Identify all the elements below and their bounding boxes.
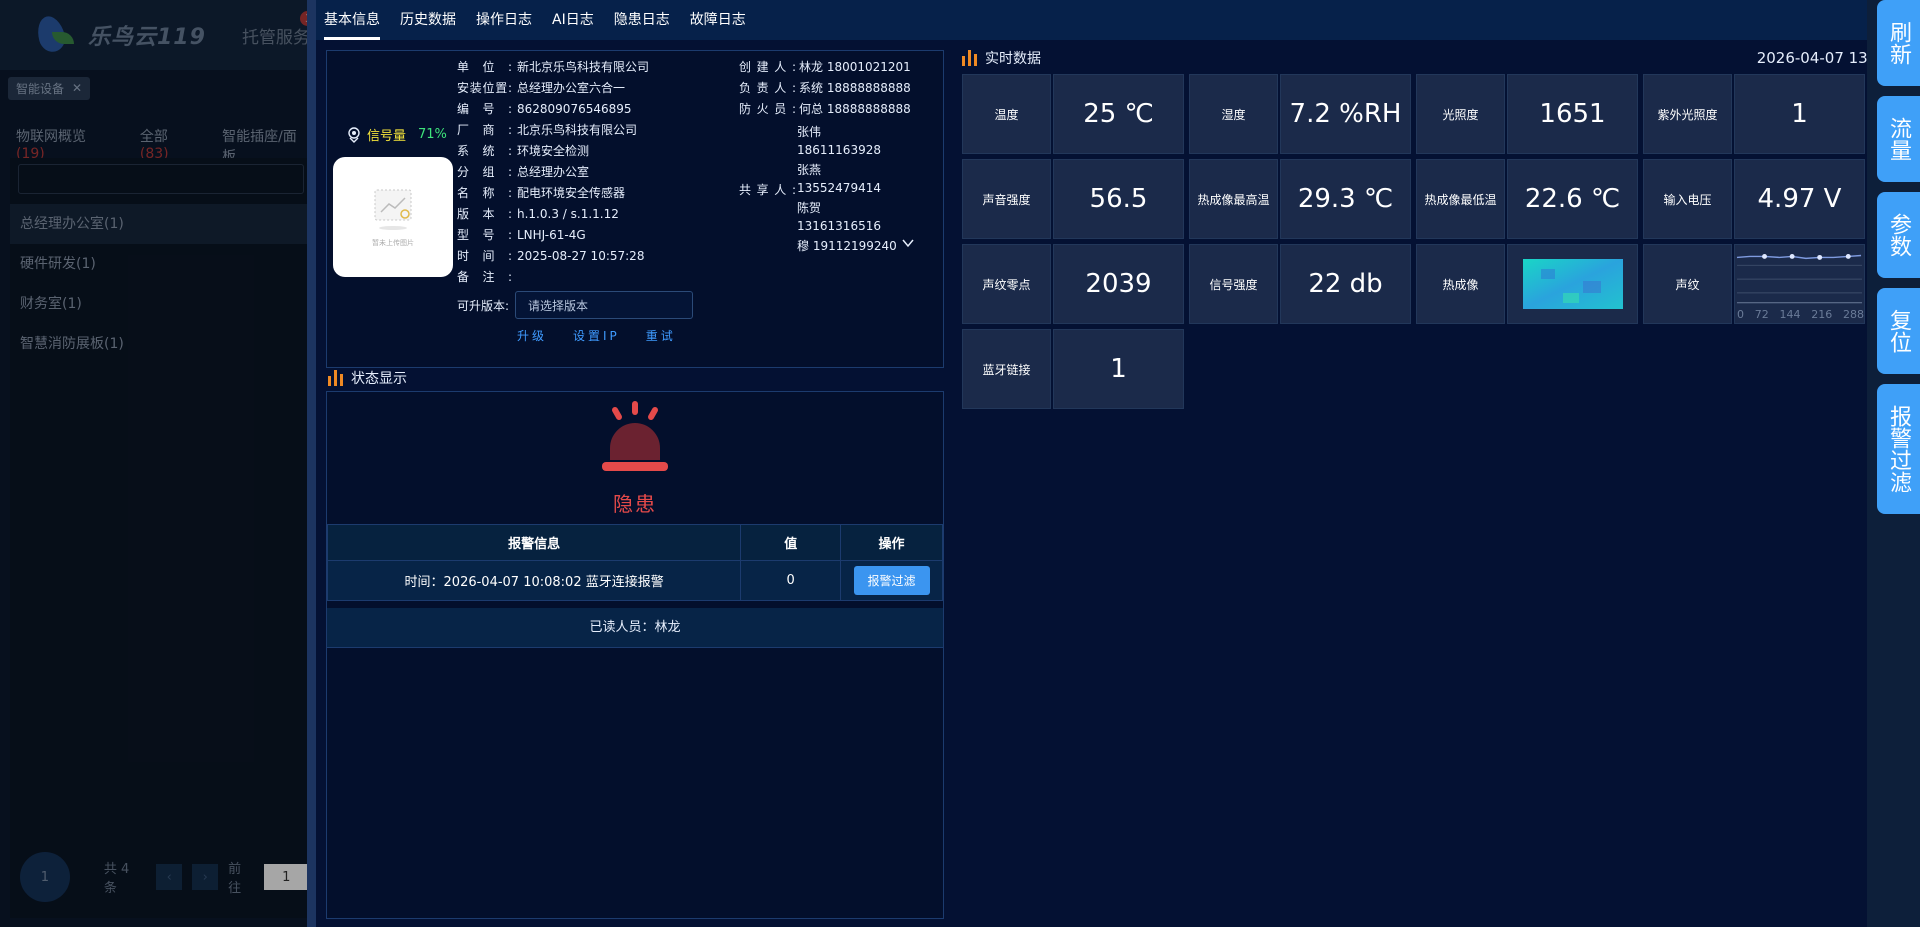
metric-voiceprint-zero: 声纹零点 2039 <box>962 244 1184 324</box>
column-header: 报警信息 <box>326 524 742 561</box>
modal-overlay[interactable] <box>0 0 310 927</box>
tab-basic-info[interactable]: 基本信息 <box>324 0 380 40</box>
signal-value: 71% <box>418 127 447 142</box>
section-title: 实时数据 <box>985 51 1041 67</box>
tab-history[interactable]: 历史数据 <box>400 0 456 40</box>
thermal-image[interactable] <box>1507 244 1638 324</box>
image-caption: 暂未上传图片 <box>372 239 414 247</box>
list-item: 穆 19112199240 <box>797 239 897 253</box>
alarm-state: 隐患 <box>613 492 657 516</box>
field-row: 名称配电环境安全传感器 <box>457 183 727 204</box>
field-row: 系统环境安全检测 <box>457 141 727 162</box>
realtime-section-header: 实时数据 <box>962 48 1041 68</box>
device-dialog: 基本信息 历史数据 操作日志 AI日志 隐患日志 故障日志 信号量 71% 暂未… <box>307 0 1916 927</box>
status-section-header: 状态显示 <box>328 368 407 388</box>
field-row: 分组总经理办公室 <box>457 162 727 183</box>
list-item: 13552479414 <box>797 181 881 195</box>
field-row: 厂商北京乐鸟科技有限公司 <box>457 120 727 141</box>
tab-hazard-log[interactable]: 隐患日志 <box>614 0 670 40</box>
reset-button[interactable]: 复位 <box>1877 288 1920 374</box>
tab-operation-log[interactable]: 操作日志 <box>476 0 532 40</box>
alarm-display: 隐患 <box>327 392 943 524</box>
field-row: 编号862809076546895 <box>457 99 727 120</box>
readers-row: 已读人员：林龙 <box>327 608 943 648</box>
metric-uv: 紫外光照度 1 <box>1643 74 1865 154</box>
creator-row: 创建人林龙 18001021201 <box>739 57 939 78</box>
signal-indicator: 信号量 71% <box>347 125 447 144</box>
location-pin-icon <box>348 126 360 143</box>
metric-voiceprint: 声纹 0 72 144 216 288 <box>1643 244 1865 324</box>
owner-row: 负责人系统 18888888888 <box>739 78 939 99</box>
dialog-tabs: 基本信息 历史数据 操作日志 AI日志 隐患日志 故障日志 <box>316 0 1867 40</box>
device-info-card: 信号量 71% 暂未上传图片 单位新北京乐鸟科技有限公司 安装位置总经理办公室六… <box>326 50 944 368</box>
fire-officer-row: 防火员何总 18888888888 <box>739 99 939 120</box>
refresh-button[interactable]: 刷新 <box>1877 0 1920 86</box>
field-row: 单位新北京乐鸟科技有限公司 <box>457 57 727 78</box>
table-row: 时间：2026-04-07 10:08:02 蓝牙连接报警 0 报警过滤 <box>326 560 943 601</box>
field-row: 安装位置总经理办公室六合一 <box>457 78 727 99</box>
bar-chart-icon <box>962 50 977 66</box>
field-row: 备注 <box>457 267 727 288</box>
app-root: 乐鸟云119 托管服务 39 智能设备 ✕ 物联网概览(19) 全部(83) 智… <box>0 0 1920 927</box>
section-title: 状态显示 <box>351 371 407 387</box>
field-row: 版本h.1.0.3 / s.1.1.12 <box>457 204 727 225</box>
upgrade-row: 可升版本: 请选择版本 <box>457 291 694 319</box>
field-row: 时间2025-08-27 10:57:28 <box>457 246 727 267</box>
alarm-value: 0 <box>740 560 842 601</box>
axis-tick: 288 <box>1843 308 1864 321</box>
traffic-button[interactable]: 流量 <box>1877 96 1920 182</box>
tab-fault-log[interactable]: 故障日志 <box>690 0 746 40</box>
metric-thermal-max: 热成像最高温 29.3 ℃ <box>1189 159 1411 239</box>
tab-ai-log[interactable]: AI日志 <box>552 0 594 40</box>
thermal-heatmap-icon <box>1522 259 1623 309</box>
device-image-placeholder[interactable]: 暂未上传图片 <box>333 157 453 277</box>
metric-sound: 声音强度 56.5 <box>962 159 1184 239</box>
retry-button[interactable]: 重试 <box>646 327 676 344</box>
metric-thermal-image: 热成像 <box>1416 244 1638 324</box>
device-fields: 单位新北京乐鸟科技有限公司 安装位置总经理办公室六合一 编号8628090765… <box>457 57 727 288</box>
device-actions: 升级 设置IP 重试 <box>517 327 676 344</box>
list-item: 张伟 <box>797 125 822 139</box>
column-header: 值 <box>740 524 842 561</box>
axis-tick: 216 <box>1811 308 1833 321</box>
sharer-list: 张伟 18611163928 张燕 13552479414 陈贺 1316131… <box>797 123 937 255</box>
axis-tick: 0 <box>1737 308 1744 321</box>
alarm-info: 时间：2026-04-07 10:08:02 蓝牙连接报警 <box>326 560 742 601</box>
column-header: 操作 <box>840 524 943 561</box>
list-item: 18611163928 <box>797 143 881 157</box>
alarm-filter-button[interactable]: 报警过滤 <box>853 566 930 595</box>
sharer-label: 共享人 <box>739 181 796 198</box>
metric-temperature: 温度 25 ℃ <box>962 74 1184 154</box>
metric-illuminance: 光照度 1651 <box>1416 74 1638 154</box>
version-select[interactable]: 请选择版本 <box>515 291 694 319</box>
voiceprint-axis: 0 72 144 216 288 <box>1735 308 1866 321</box>
list-item: 13161316516 <box>797 219 881 233</box>
alarm-table: 报警信息 值 操作 时间：2026-04-07 10:08:02 蓝牙连接报警 … <box>326 524 943 601</box>
upgrade-label: 可升版本: <box>457 298 510 313</box>
axis-tick: 144 <box>1779 308 1801 321</box>
signal-label: 信号量 <box>367 129 407 144</box>
metric-bluetooth: 蓝牙链接 1 <box>962 329 1184 409</box>
status-card: 隐患 报警信息 值 操作 时间：2026-04-07 10:08:02 蓝牙连接… <box>326 391 944 919</box>
metric-signal: 信号强度 22 db <box>1189 244 1411 324</box>
list-item: 陈贺 <box>797 201 822 215</box>
axis-tick: 72 <box>1754 308 1769 321</box>
list-item: 张燕 <box>797 163 822 177</box>
image-placeholder-icon <box>374 189 412 230</box>
metric-humidity: 湿度 7.2 %RH <box>1189 74 1411 154</box>
upgrade-button[interactable]: 升级 <box>517 327 547 344</box>
alarm-filter-side-button[interactable]: 报警过滤 <box>1877 384 1920 514</box>
voiceprint-chart[interactable]: 0 72 144 216 288 <box>1734 244 1865 324</box>
bar-chart-icon <box>328 370 343 386</box>
metric-voltage: 输入电压 4.97 V <box>1643 159 1865 239</box>
chevron-down-icon[interactable] <box>901 236 915 250</box>
side-action-bar: 刷新 流量 参数 复位 报警过滤 <box>1867 0 1920 927</box>
metric-thermal-min: 热成像最低温 22.6 ℃ <box>1416 159 1638 239</box>
contact-fields: 创建人林龙 18001021201 负责人系统 18888888888 防火员何… <box>739 57 939 120</box>
set-ip-button[interactable]: 设置IP <box>573 327 620 344</box>
realtime-timestamp: 2026-04-07 13:06:29 <box>1756 49 1916 67</box>
alarm-siren-icon <box>602 401 668 471</box>
parameters-button[interactable]: 参数 <box>1877 192 1920 278</box>
field-row: 型号LNHJ-61-4G <box>457 225 727 246</box>
